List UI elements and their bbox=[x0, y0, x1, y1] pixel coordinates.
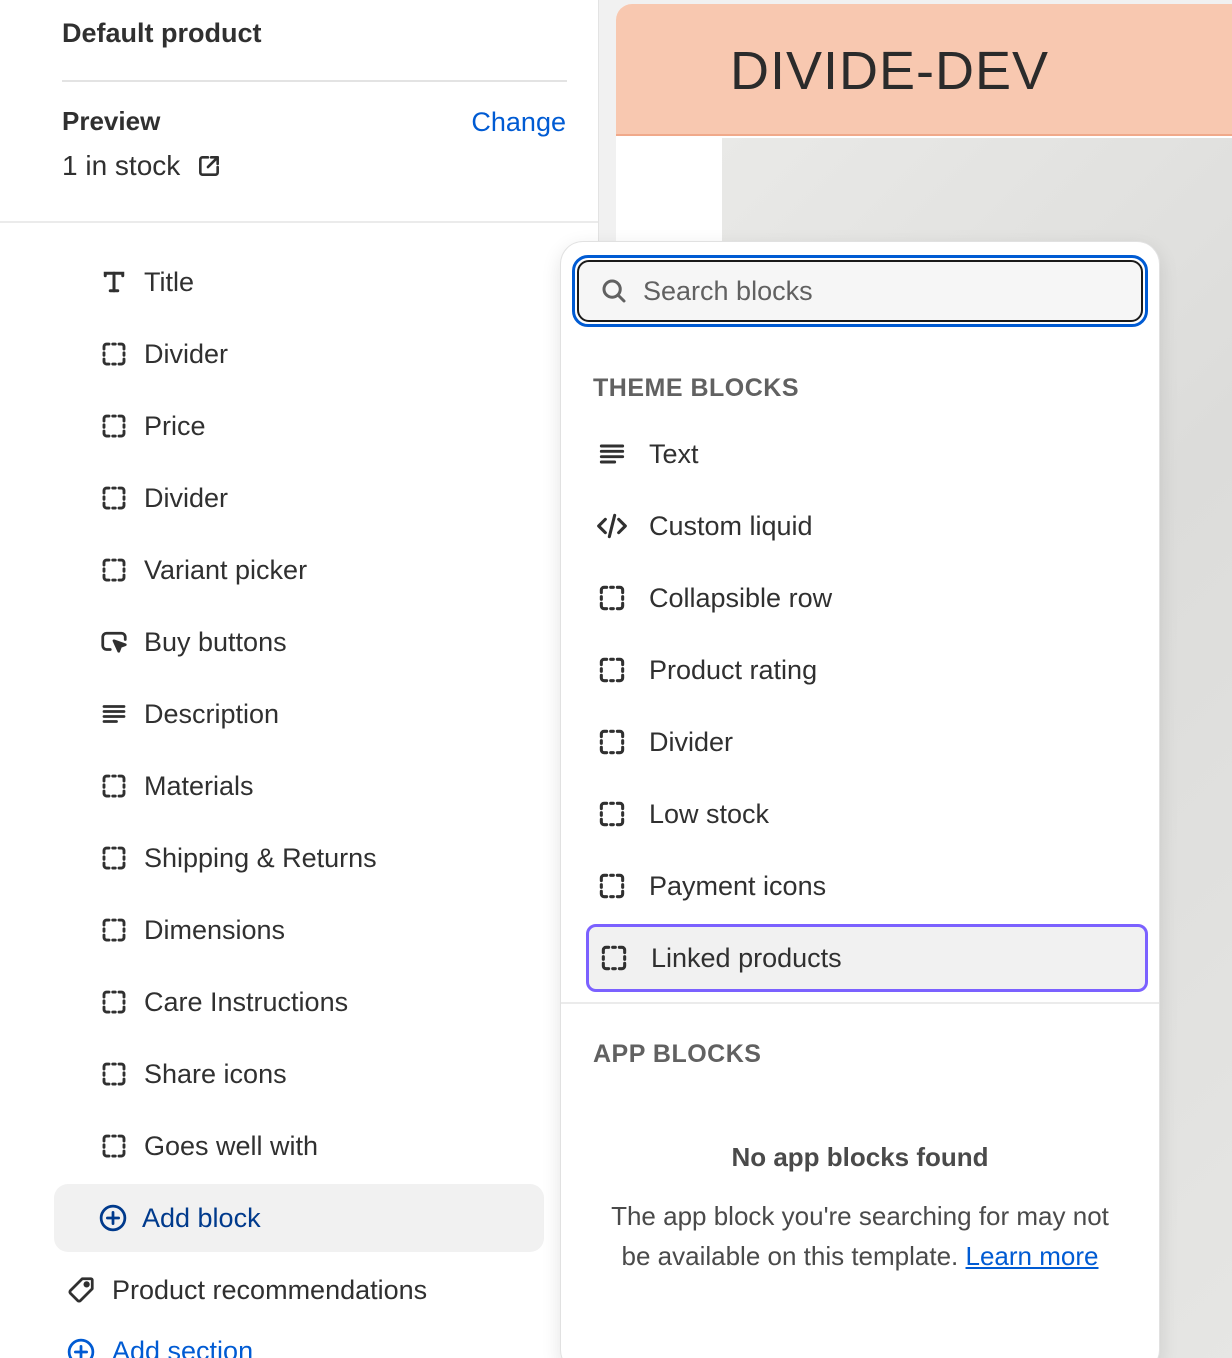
block-placeholder-icon bbox=[98, 338, 130, 370]
theme-block-label: Payment icons bbox=[649, 870, 827, 901]
search-focus-ring bbox=[572, 255, 1148, 327]
block-placeholder-icon bbox=[595, 581, 629, 615]
block-item[interactable]: Shipping & Returns bbox=[98, 822, 377, 894]
theme-editor: Default product Preview Change 1 in stoc… bbox=[0, 0, 1232, 1358]
cursor-click-icon bbox=[98, 626, 130, 658]
block-placeholder-icon bbox=[98, 482, 130, 514]
block-picker-popover: THEME BLOCKS Text Custom liquid Collapsibl… bbox=[561, 242, 1159, 1358]
store-header[interactable]: DIVIDE-DEV bbox=[616, 4, 1232, 136]
text-lines-icon bbox=[98, 698, 130, 730]
plus-circle-icon bbox=[99, 1204, 127, 1232]
page-title: Default product bbox=[62, 18, 262, 48]
text-title-icon bbox=[98, 266, 130, 298]
theme-block-option[interactable]: Divider bbox=[587, 708, 1147, 776]
block-placeholder-icon bbox=[98, 986, 130, 1018]
theme-block-label: Collapsible row bbox=[649, 582, 833, 613]
block-placeholder-icon bbox=[98, 914, 130, 946]
external-link-icon bbox=[199, 156, 220, 176]
plus-circle-icon bbox=[67, 1338, 95, 1358]
add-block-button[interactable]: Add block bbox=[54, 1184, 544, 1252]
theme-block-label: Custom liquid bbox=[649, 510, 813, 541]
block-label: Materials bbox=[144, 770, 254, 801]
block-label: Goes well with bbox=[144, 1130, 319, 1161]
block-item[interactable]: Price bbox=[98, 390, 206, 462]
theme-block-option[interactable]: Payment icons bbox=[587, 852, 1147, 920]
theme-block-label: Low stock bbox=[649, 798, 770, 829]
theme-block-option[interactable]: Custom liquid bbox=[587, 492, 1147, 560]
block-item[interactable]: Variant picker bbox=[98, 534, 307, 606]
app-blocks-heading: APP BLOCKS bbox=[593, 1040, 762, 1068]
divider bbox=[561, 1002, 1159, 1004]
block-label: Divider bbox=[144, 482, 229, 513]
divider bbox=[62, 80, 567, 82]
stock-text: 1 in stock bbox=[62, 150, 181, 181]
theme-block-option[interactable]: Text bbox=[587, 420, 1147, 488]
block-item[interactable]: Share icons bbox=[98, 1038, 287, 1110]
block-placeholder-icon bbox=[595, 869, 629, 903]
theme-block-option[interactable]: Product rating bbox=[587, 636, 1147, 704]
tag-icon bbox=[68, 1277, 94, 1303]
sidebar: Default product Preview Change 1 in stoc… bbox=[0, 0, 598, 1358]
block-item[interactable]: Description bbox=[98, 678, 279, 750]
block-placeholder-icon bbox=[98, 770, 130, 802]
text-lines-icon bbox=[595, 437, 629, 471]
theme-block-label: Divider bbox=[649, 726, 734, 757]
theme-block-label: Text bbox=[649, 438, 699, 469]
stock-preview-link[interactable]: 1 in stock bbox=[62, 150, 222, 182]
block-label: Price bbox=[144, 410, 206, 441]
block-placeholder-icon bbox=[595, 653, 629, 687]
block-label: Share icons bbox=[144, 1058, 287, 1089]
theme-block-option[interactable]: Linked products bbox=[586, 924, 1148, 992]
theme-block-option[interactable]: Low stock bbox=[587, 780, 1147, 848]
search-icon bbox=[602, 279, 626, 303]
block-placeholder-icon bbox=[98, 554, 130, 586]
block-placeholder-icon bbox=[98, 1130, 130, 1162]
block-label: Shipping & Returns bbox=[144, 842, 377, 873]
empty-state-text: The app block you're searching for may n… bbox=[601, 1196, 1119, 1276]
block-item[interactable]: Care Instructions bbox=[98, 966, 348, 1038]
learn-more-link[interactable]: Learn more bbox=[966, 1241, 1099, 1271]
block-placeholder-icon bbox=[98, 410, 130, 442]
block-label: Dimensions bbox=[144, 914, 286, 945]
preview-label: Preview bbox=[62, 106, 161, 136]
code-icon bbox=[595, 509, 629, 543]
block-label: Divider bbox=[144, 338, 229, 369]
search-field[interactable] bbox=[577, 260, 1143, 322]
change-preview-link[interactable]: Change bbox=[471, 107, 566, 138]
block-label: Variant picker bbox=[144, 554, 308, 585]
add-block-label: Add block bbox=[142, 1202, 261, 1233]
block-label: Buy buttons bbox=[144, 626, 287, 657]
block-label: Title bbox=[144, 266, 195, 297]
empty-state-title: No app blocks found bbox=[731, 1142, 989, 1172]
block-placeholder-icon bbox=[595, 797, 629, 831]
section-divider bbox=[0, 221, 598, 223]
theme-block-label: Product rating bbox=[649, 654, 818, 685]
block-placeholder-icon bbox=[98, 1058, 130, 1090]
theme-block-label: Linked products bbox=[651, 942, 842, 973]
theme-blocks-heading: THEME BLOCKS bbox=[593, 374, 799, 402]
block-label: Description bbox=[144, 698, 280, 729]
block-item[interactable]: Buy buttons bbox=[98, 606, 287, 678]
block-item[interactable]: Divider bbox=[98, 318, 228, 390]
theme-block-option[interactable]: Collapsible row bbox=[587, 564, 1147, 632]
block-item[interactable]: Materials bbox=[98, 750, 254, 822]
section-product-recommendations[interactable]: Product recommendations bbox=[66, 1256, 427, 1324]
add-section-label: Add section bbox=[112, 1336, 254, 1358]
search-input[interactable] bbox=[643, 275, 1103, 307]
block-item[interactable]: Divider bbox=[98, 462, 228, 534]
store-logo-text[interactable]: DIVIDE-DEV bbox=[730, 40, 1049, 102]
block-label: Care Instructions bbox=[144, 986, 349, 1017]
block-item[interactable]: Goes well with bbox=[98, 1110, 318, 1182]
block-item[interactable]: Dimensions bbox=[98, 894, 285, 966]
block-placeholder-icon bbox=[98, 842, 130, 874]
add-section-button[interactable]: Add section bbox=[66, 1336, 253, 1358]
block-placeholder-icon bbox=[597, 941, 631, 975]
block-placeholder-icon bbox=[595, 725, 629, 759]
block-item[interactable]: Title bbox=[98, 246, 194, 318]
section-label: Product recommendations bbox=[112, 1274, 428, 1305]
